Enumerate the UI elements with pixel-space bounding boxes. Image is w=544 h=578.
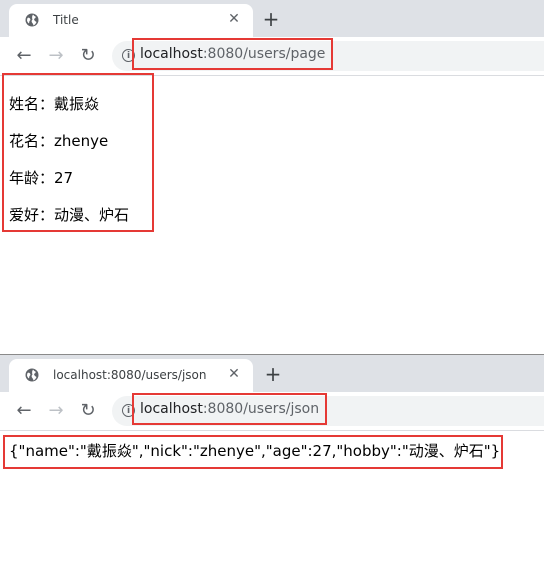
field-nick: 花名：zhenye — [9, 130, 108, 151]
url-path: :8080/users/page — [202, 46, 326, 62]
close-icon[interactable]: ✕ — [225, 10, 243, 28]
field-label: 姓名： — [9, 95, 55, 113]
globe-icon — [25, 368, 39, 382]
back-arrow-icon[interactable]: ← — [12, 44, 36, 68]
back-arrow-icon[interactable]: ← — [12, 399, 36, 423]
json-response: {"name":"戴振焱","nick":"zhenye","age":27,"… — [9, 442, 501, 460]
address-bar[interactable]: i localhost:8080/users/json — [112, 393, 544, 426]
plus-icon[interactable]: + — [259, 7, 283, 31]
field-hobby: 爱好：动漫、炉石 — [9, 204, 129, 225]
field-label: 爱好： — [9, 206, 55, 224]
globe-icon — [25, 13, 39, 27]
tab-strip: Title ✕ + — [0, 0, 544, 37]
tab-title[interactable]: Title ✕ — [9, 4, 253, 37]
forward-arrow-icon[interactable]: → — [44, 399, 68, 423]
field-label: 花名： — [9, 132, 55, 150]
close-icon[interactable]: ✕ — [225, 365, 243, 383]
forward-arrow-icon[interactable]: → — [44, 44, 68, 68]
tab-title-label: Title — [53, 13, 79, 27]
url-text[interactable]: localhost:8080/users/json — [132, 393, 328, 425]
field-age: 年龄：27 — [9, 167, 73, 188]
tab-title-label: localhost:8080/users/json — [53, 368, 207, 382]
page-content: {"name":"戴振焱","nick":"zhenye","age":27,"… — [0, 431, 544, 578]
field-label: 年龄： — [9, 169, 55, 187]
tab-strip: localhost:8080/users/json ✕ + — [0, 355, 544, 392]
field-value: 27 — [54, 169, 74, 187]
page-content: 姓名：戴振焱 花名：zhenye 年龄：27 爱好：动漫、炉石 — [0, 73, 544, 354]
plus-icon[interactable]: + — [261, 362, 285, 386]
toolbar: ← → ↻ i localhost:8080/users/page — [0, 37, 544, 76]
reload-icon[interactable]: ↻ — [76, 44, 100, 68]
field-value: 动漫、炉石 — [54, 206, 130, 224]
url-host: localhost — [140, 46, 203, 62]
field-value: 戴振焱 — [54, 95, 100, 113]
address-bar[interactable]: i localhost:8080/users/page — [112, 38, 544, 71]
url-path: :8080/users/json — [202, 401, 320, 417]
url-host: localhost — [140, 401, 203, 417]
tab-json[interactable]: localhost:8080/users/json ✕ — [9, 359, 253, 392]
browser-window-json: localhost:8080/users/json ✕ + ← → ↻ i lo… — [0, 354, 544, 578]
field-value: zhenye — [54, 132, 109, 150]
browser-window-page: Title ✕ + ← → ↻ i localhost:8080/users/p… — [0, 0, 544, 354]
field-name: 姓名：戴振焱 — [9, 93, 99, 114]
toolbar: ← → ↻ i localhost:8080/users/json — [0, 392, 544, 431]
url-text[interactable]: localhost:8080/users/page — [132, 38, 334, 70]
reload-icon[interactable]: ↻ — [76, 399, 100, 423]
